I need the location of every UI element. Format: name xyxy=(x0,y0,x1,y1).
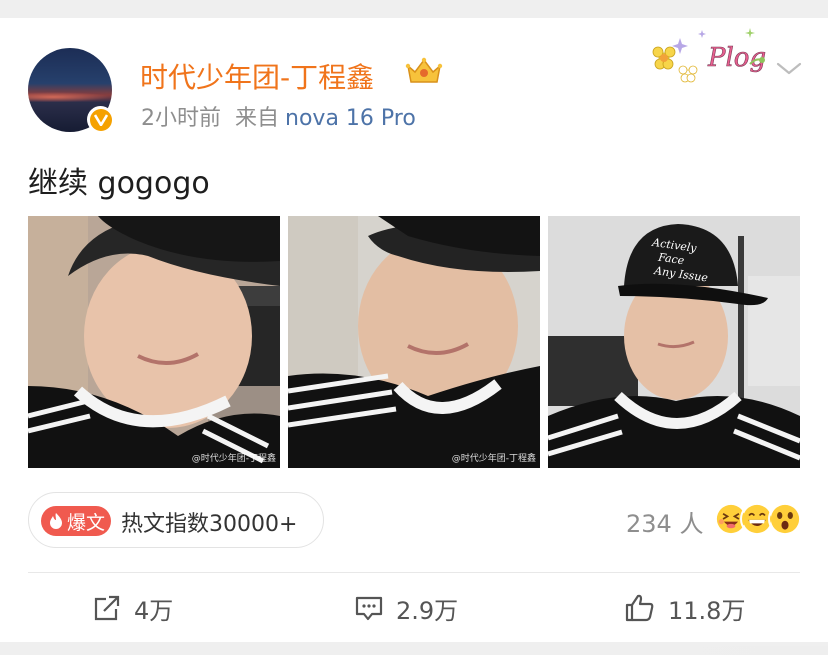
source-device-link[interactable]: nova 16 Pro xyxy=(285,106,416,131)
photo-watermark: @时代少年团-丁程鑫 xyxy=(191,454,276,464)
hot-badge: 爆文 xyxy=(41,506,111,536)
like-button[interactable]: 11.8万 xyxy=(624,590,745,626)
reaction-emojis[interactable] xyxy=(714,502,804,538)
repost-count: 4万 xyxy=(134,596,174,625)
bottom-fade xyxy=(640,646,828,655)
post-time: 2小时前 xyxy=(141,106,221,131)
photo-watermark: @时代少年团-丁程鑫 xyxy=(451,454,536,464)
photo-grid: @时代少年团-丁程鑫 @时代少年团-丁程鑫 Actively Face Any … xyxy=(28,216,800,468)
fire-icon xyxy=(50,513,62,529)
like-count: 11.8万 xyxy=(668,596,746,625)
membership-crown-icon[interactable] xyxy=(405,56,443,86)
comment-count: 2.9万 xyxy=(396,596,459,625)
divider xyxy=(28,572,800,573)
weibo-post-card: 时代少年团-丁程鑫 2小时前 来自 nova 16 Pro Plog 继续 gogo… xyxy=(0,18,828,655)
author-name[interactable]: 时代少年团-丁程鑫 xyxy=(140,56,374,96)
sticker-label: Plog xyxy=(707,43,766,73)
source-prefix: 来自 xyxy=(235,106,280,131)
avatar-sunset-glow xyxy=(28,92,112,102)
chevron-down-icon[interactable] xyxy=(775,58,803,78)
hot-index-text: 热文指数30000+ xyxy=(121,512,298,537)
surprised-icon xyxy=(768,502,802,536)
photo-2[interactable]: @时代少年团-丁程鑫 xyxy=(288,216,540,468)
post-text: 继续 gogogo xyxy=(28,166,210,201)
hot-index-pill[interactable]: 爆文 热文指数30000+ xyxy=(28,492,324,548)
comment-button[interactable]: 2.9万 xyxy=(354,590,458,626)
comment-icon xyxy=(355,596,383,621)
photo-3[interactable]: Actively Face Any Issue xyxy=(548,216,800,468)
hot-badge-label: 爆文 xyxy=(67,511,106,534)
thumbs-up-icon xyxy=(625,594,654,622)
post-meta: 2小时前 来自 nova 16 Pro xyxy=(141,100,416,132)
photo-1[interactable]: @时代少年团-丁程鑫 xyxy=(28,216,280,468)
reaction-count[interactable]: 234 人 xyxy=(626,504,703,539)
share-icon xyxy=(94,595,120,621)
plog-sticker-icon: Plog xyxy=(652,28,766,83)
repost-button[interactable]: 4万 xyxy=(92,590,173,626)
verified-badge-icon xyxy=(87,106,114,133)
